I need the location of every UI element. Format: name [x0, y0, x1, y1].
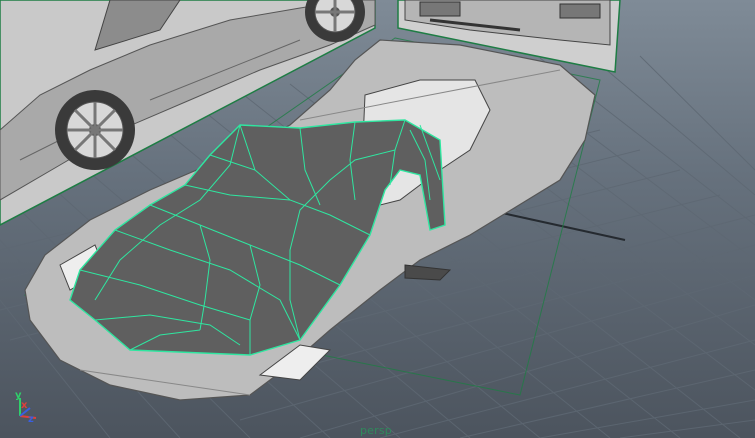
perspective-viewport[interactable]: y x z persp	[0, 0, 755, 438]
rear-wheel	[55, 90, 135, 170]
axis-x-label: x	[21, 400, 28, 411]
axis-z-label: z	[28, 414, 34, 425]
camera-name-label: persp	[360, 424, 392, 437]
axis-gizmo: y x z	[15, 390, 37, 425]
scene-canvas[interactable]	[0, 0, 755, 438]
